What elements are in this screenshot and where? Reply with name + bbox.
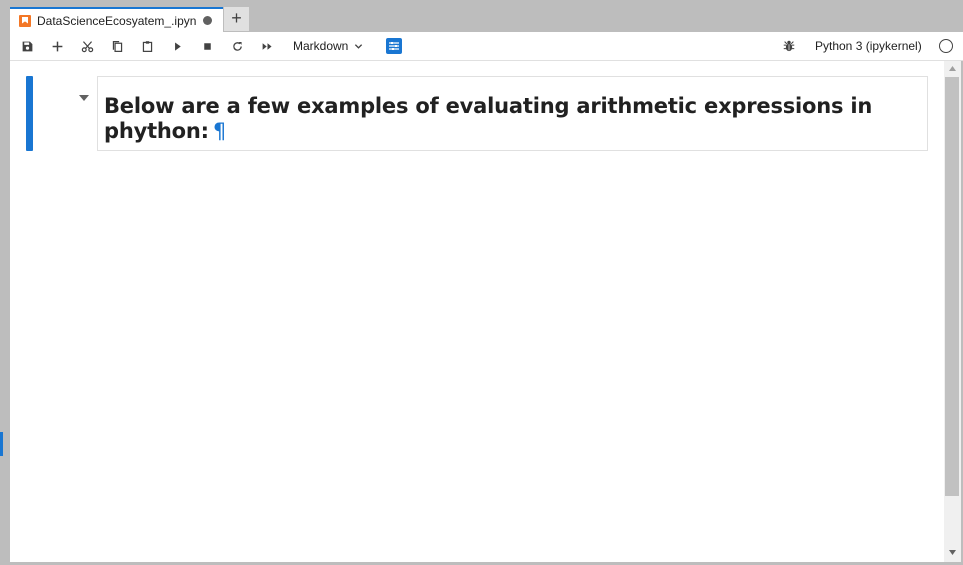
left-edge-strip <box>0 0 10 565</box>
caret-down-icon[interactable] <box>79 95 89 101</box>
scrollbar-thumb[interactable] <box>945 77 959 496</box>
restart-button[interactable] <box>227 37 247 55</box>
save-icon <box>22 41 32 51</box>
save-button[interactable] <box>17 37 37 55</box>
cell-type-label: Markdown <box>293 39 349 53</box>
markdown-cell[interactable]: Below are a few examples of evaluating a… <box>97 76 928 151</box>
run-button[interactable] <box>167 37 187 55</box>
kernel-name[interactable]: Python 3 (ipykernel) <box>815 39 922 53</box>
property-inspector-button[interactable] <box>386 38 402 54</box>
copy-button[interactable] <box>107 37 127 55</box>
scroll-up-arrow-icon[interactable] <box>949 66 956 71</box>
notebook-panel: Below are a few examples of evaluating a… <box>10 61 944 562</box>
settings-sliders-icon <box>389 42 399 50</box>
bug-icon[interactable] <box>782 39 796 53</box>
heading-anchor-link[interactable]: ¶ <box>213 119 226 143</box>
insert-cell-icon <box>52 41 62 51</box>
restart-icon <box>232 41 242 51</box>
chevron-down-icon <box>355 43 363 49</box>
interrupt-button[interactable] <box>197 37 217 55</box>
restart-run-all-icon <box>262 42 272 50</box>
notebook-icon <box>19 14 31 27</box>
cut-button[interactable] <box>77 37 97 55</box>
run-icon <box>174 41 181 51</box>
restart-run-all-button[interactable] <box>257 37 277 55</box>
cell-type-dropdown[interactable]: Markdown <box>293 37 363 55</box>
interrupt-icon <box>203 42 211 50</box>
paste-icon <box>142 40 152 52</box>
tab-title: DataScienceEcosyatem_.ipyn <box>37 13 197 28</box>
left-edge-marker <box>0 432 3 456</box>
tab-bar: DataScienceEcosyatem_.ipyn + <box>10 0 963 32</box>
notebook-tab[interactable]: DataScienceEcosyatem_.ipyn <box>10 7 223 32</box>
paste-button[interactable] <box>137 37 157 55</box>
scroll-down-arrow-icon[interactable] <box>949 550 956 555</box>
copy-icon <box>112 40 122 52</box>
unsaved-indicator-icon[interactable] <box>203 16 212 25</box>
cell-heading: Below are a few examples of evaluating a… <box>104 94 921 144</box>
notebook-toolbar: Markdown Python 3 (ipykernel) <box>10 32 963 61</box>
new-tab-button[interactable]: + <box>224 7 249 31</box>
vertical-scrollbar[interactable] <box>944 61 961 562</box>
insert-cell-button[interactable] <box>47 37 67 55</box>
kernel-status-icon <box>939 39 953 53</box>
cell-collapser[interactable] <box>26 76 33 151</box>
cut-icon <box>81 40 93 52</box>
